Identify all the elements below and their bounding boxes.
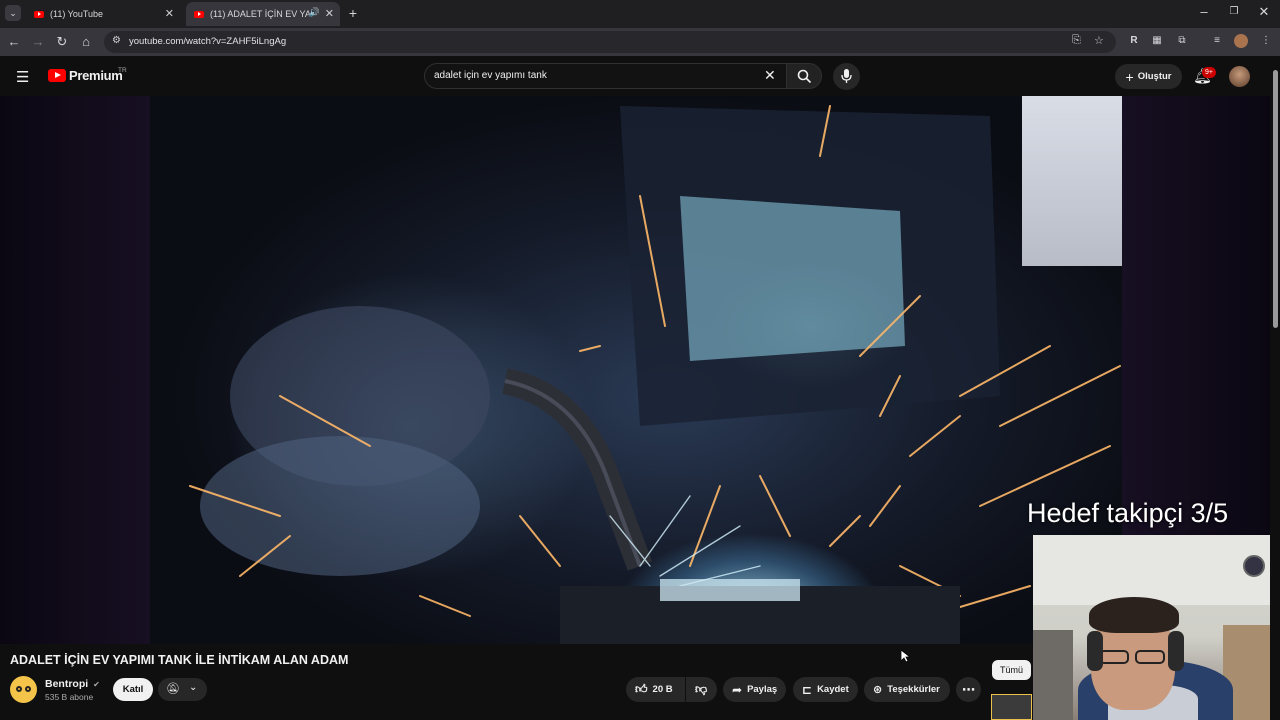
share-label: Paylaş: [747, 684, 778, 695]
subscription-settings-button[interactable]: 🔕︎ ⌄: [158, 678, 207, 701]
headphone-left-icon: [1087, 631, 1103, 671]
like-button[interactable]: 👍︎ 20 B: [626, 677, 685, 702]
extensions-puzzle-icon[interactable]: ⧉: [1175, 34, 1189, 48]
search-icon: [797, 69, 812, 84]
new-tab-icon[interactable]: +: [345, 5, 361, 21]
streamer-hair: [1089, 597, 1179, 633]
address-bar[interactable]: ⚙ youtube.com/watch?v=ZAHF5iLngAg ⎘ ☆: [104, 31, 1116, 53]
share-button[interactable]: ➦ Paylaş: [723, 677, 786, 702]
youtube-header: ☰ Premium TR adalet için ev yapımı tank …: [0, 56, 1280, 96]
wall-clock-icon: [1243, 555, 1265, 577]
save-button[interactable]: ⊏ Kaydet: [793, 677, 858, 702]
plus-icon: +: [1125, 68, 1134, 85]
tab-title: (11) ADALET İÇİN EV YAPIMI: [210, 9, 310, 19]
close-tab-icon[interactable]: ✕: [165, 7, 174, 20]
share-arrow-icon: ➦: [732, 682, 743, 697]
home-icon[interactable]: ⌂: [78, 34, 94, 50]
restore-window-icon[interactable]: ❐: [1226, 4, 1242, 20]
tab-search-icon[interactable]: ⌄: [5, 5, 21, 21]
search-query-text: adalet için ev yapımı tank: [434, 70, 547, 81]
search-button[interactable]: [786, 63, 822, 89]
more-horizontal-icon: ⋯: [962, 681, 975, 697]
youtube-premium-logo[interactable]: Premium: [69, 68, 123, 83]
notification-badge: 9+: [1202, 67, 1216, 78]
browser-tab-strip: ⌄ (11) YouTube ✕ (11) ADALET İÇİN EV YAP…: [0, 0, 1280, 28]
extension-r-icon[interactable]: R: [1127, 34, 1141, 48]
streamer-webcam: [1033, 535, 1280, 720]
thumbs-up-icon: 👍︎: [635, 682, 648, 696]
like-count: 20 B: [652, 684, 673, 695]
reload-icon[interactable]: ↻: [54, 34, 70, 50]
region-code: TR: [118, 67, 127, 74]
save-label: Kaydet: [817, 684, 849, 695]
extension-image-icon[interactable]: ▦: [1150, 34, 1164, 48]
glasses-left-lens: [1099, 650, 1129, 664]
bookmark-icon: ⊏: [802, 682, 813, 697]
voice-search-button[interactable]: [833, 63, 860, 90]
site-info-icon[interactable]: ⚙: [112, 35, 121, 46]
super-thanks-icon: ⊛: [873, 684, 883, 696]
install-app-icon[interactable]: ⎘: [1072, 34, 1081, 47]
notifications-off-icon: 🔕︎: [166, 683, 180, 695]
clear-search-icon[interactable]: ✕: [764, 67, 776, 84]
microphone-icon: [841, 69, 852, 83]
dislike-button[interactable]: 👎︎: [686, 677, 717, 702]
profile-avatar-icon[interactable]: [1234, 34, 1248, 48]
stream-overlay-text: Hedef takipçi 3/5: [1027, 498, 1229, 528]
tab-video[interactable]: (11) ADALET İÇİN EV YAPIMI 🔊 ✕: [186, 2, 340, 26]
minimize-window-icon[interactable]: –: [1196, 4, 1212, 20]
page-scrollbar[interactable]: [1270, 56, 1280, 720]
verified-badge-icon: ✔: [93, 680, 100, 689]
close-window-icon[interactable]: ✕: [1256, 4, 1272, 20]
account-avatar[interactable]: [1229, 66, 1250, 87]
url-text: youtube.com/watch?v=ZAHF5iLngAg: [129, 36, 287, 47]
browser-menu-icon[interactable]: ⋮: [1259, 34, 1273, 48]
hamburger-menu-icon[interactable]: ☰: [16, 68, 29, 86]
audio-playing-icon[interactable]: 🔊: [309, 7, 320, 18]
thumbs-down-icon: 👎︎: [695, 682, 708, 696]
channel-avatar[interactable]: [10, 676, 37, 703]
create-button[interactable]: + Oluştur: [1115, 64, 1182, 89]
subscriber-count: 535 B abone: [45, 692, 94, 702]
thanks-label: Teşekkürler: [887, 684, 940, 695]
more-actions-button[interactable]: ⋯: [956, 677, 981, 702]
browser-toolbar: ← → ↻ ⌂ ⚙ youtube.com/watch?v=ZAHF5iLngA…: [0, 28, 1280, 56]
tab-youtube[interactable]: (11) YouTube ✕: [26, 2, 180, 26]
tab-title: (11) YouTube: [50, 9, 104, 19]
forward-icon[interactable]: →: [30, 34, 46, 50]
scrollbar-thumb[interactable]: [1273, 70, 1278, 328]
search-input[interactable]: adalet için ev yapımı tank ✕: [424, 63, 786, 89]
youtube-favicon-icon: [194, 10, 204, 18]
chip-all[interactable]: Tümü: [992, 660, 1031, 680]
channel-name-text: Bentropi: [45, 678, 89, 690]
headphone-right-icon: [1168, 631, 1184, 671]
video-title: ADALET İÇİN EV YAPIMI TANK İLE İNTİKAM A…: [10, 653, 349, 667]
youtube-favicon-icon: [34, 10, 44, 18]
create-label: Oluştur: [1137, 71, 1172, 82]
mouse-cursor-icon: [901, 650, 910, 663]
youtube-logo-icon[interactable]: [48, 69, 66, 82]
reading-list-icon[interactable]: ≡: [1210, 34, 1224, 48]
channel-name[interactable]: Bentropi ✔: [45, 678, 100, 690]
chevron-down-icon: ⌄: [189, 682, 198, 693]
back-icon[interactable]: ←: [6, 34, 22, 50]
glasses-right-lens: [1135, 650, 1165, 664]
thanks-button[interactable]: ⊛ Teşekkürler: [864, 677, 950, 702]
bookmark-star-icon[interactable]: ☆: [1094, 34, 1104, 47]
join-button[interactable]: Katıl: [113, 678, 153, 701]
webcam-shelf: [1033, 630, 1073, 720]
close-tab-icon[interactable]: ✕: [325, 7, 334, 20]
recommended-video-thumbnail[interactable]: [991, 694, 1032, 720]
